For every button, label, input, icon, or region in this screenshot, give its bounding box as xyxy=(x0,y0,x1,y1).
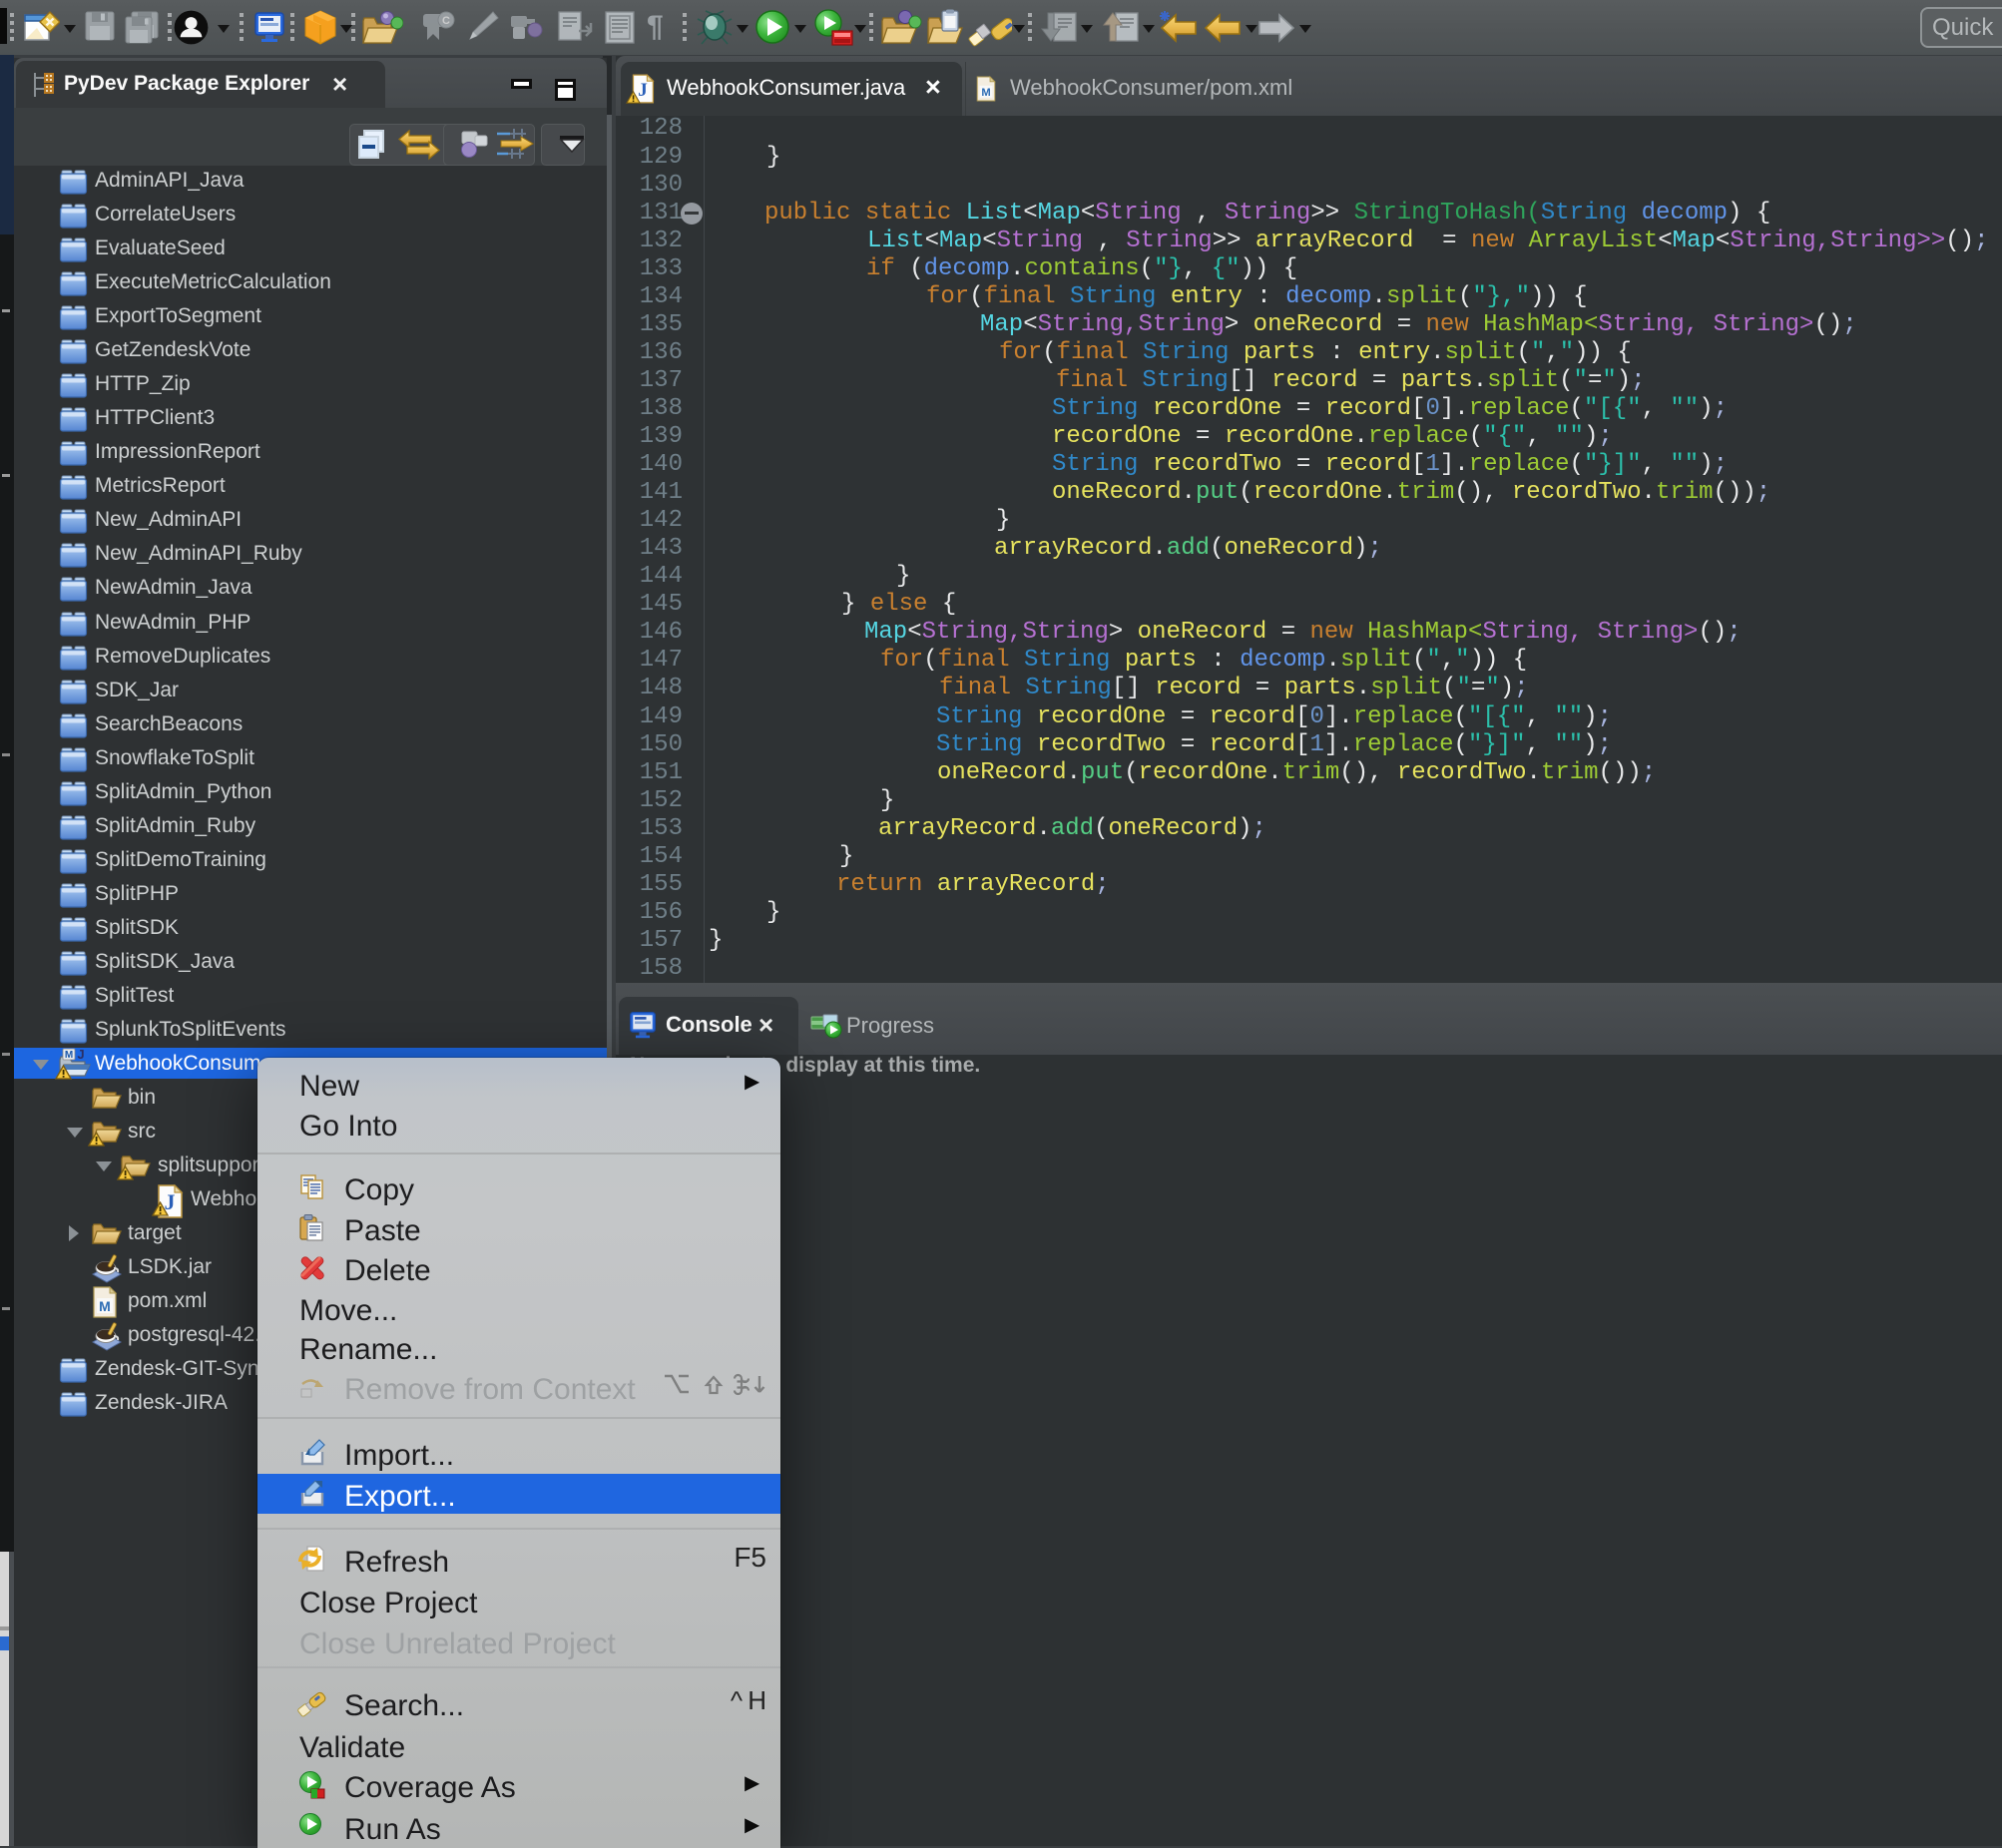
svg-text:M: M xyxy=(65,1050,73,1061)
svg-text:M: M xyxy=(981,87,990,99)
svg-text:C: C xyxy=(442,15,450,27)
svg-text:J: J xyxy=(77,1048,84,1062)
svg-text:M: M xyxy=(99,1298,111,1314)
